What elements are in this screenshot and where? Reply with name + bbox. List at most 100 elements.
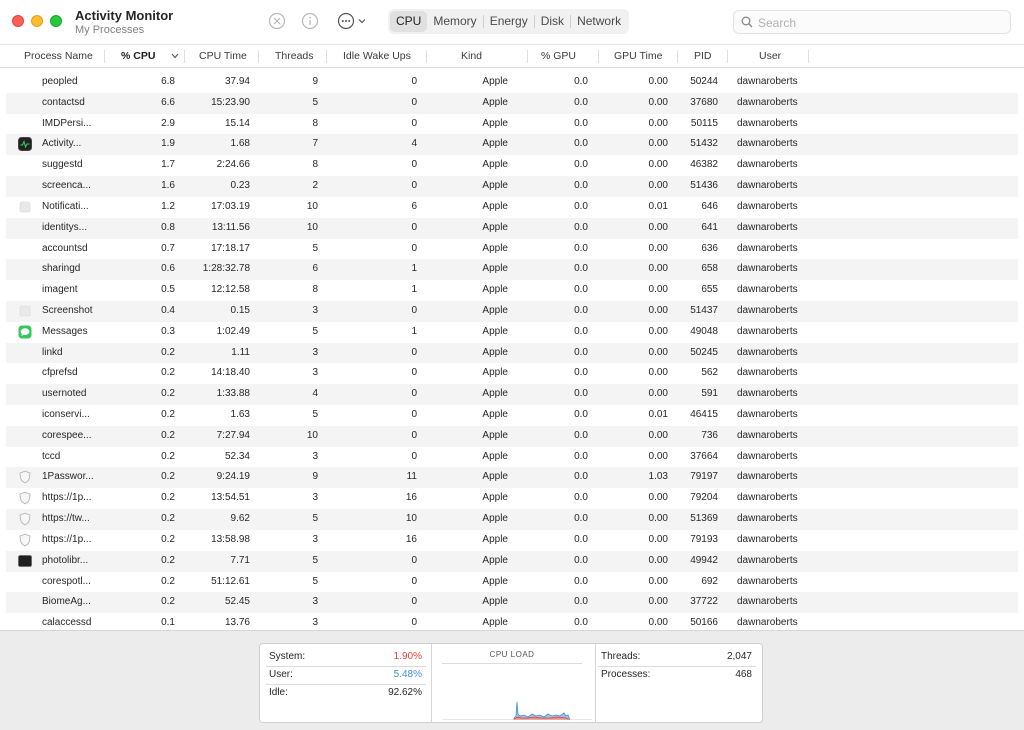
search-field[interactable]	[733, 10, 1011, 34]
cpu-cell: 1.6	[161, 180, 175, 192]
table-row[interactable]: Notificati... 1.2 17:03.19 10 6 Apple 0.0 0.01 6…	[0, 197, 1024, 218]
user-label: User:	[269, 669, 293, 680]
process-name-cell: imagent	[42, 284, 78, 296]
tab-cpu[interactable]: CPU	[390, 11, 428, 32]
table-row[interactable]: tccd 0.2 52.34 3 0 Apple 0.0 0.00 37664 dawnarobe…	[0, 447, 1024, 468]
user-cell: dawnaroberts	[737, 575, 798, 587]
process-table: peopled 6.8 37.94 9 0 Apple 0.0 0.00 50244 dawnar…	[0, 72, 1024, 630]
idle-wake-ups-cell: 0	[411, 242, 417, 254]
user-cell: dawnaroberts	[737, 429, 798, 441]
divider	[595, 644, 596, 722]
shield-icon	[18, 512, 32, 526]
search-icon	[741, 16, 753, 28]
cpu-time-cell: 51:12.61	[211, 575, 250, 587]
pid-cell: 50166	[690, 617, 718, 629]
table-row[interactable]: contactsd 6.6 15:23.90 5 0 Apple 0.0 0.00 37680 d…	[0, 92, 1024, 114]
idle-wake-ups-cell: 1	[411, 284, 417, 296]
table-row[interactable]: https://1p... 0.2 13:54.51 3 16 Apple 0.0 0.00 7…	[0, 488, 1024, 509]
close-window-button[interactable]	[12, 15, 24, 27]
column-separator	[727, 50, 728, 63]
idle-value: 92.62%	[388, 687, 422, 698]
table-row[interactable]: suggestd 1.7 2:24.66 8 0 Apple 0.0 0.00 46382 daw…	[0, 155, 1024, 176]
cpu-cell: 0.2	[161, 533, 175, 545]
gpu-time-cell: 0.00	[648, 304, 668, 316]
ellipsis-menu-icon[interactable]	[337, 12, 369, 30]
user-cell: dawnaroberts	[737, 96, 798, 108]
column-header-cpu[interactable]: % CPU	[121, 50, 155, 62]
gpu-time-cell: 0.00	[648, 325, 668, 337]
cpu-time-cell: 1:02.49	[216, 325, 250, 337]
tab-energy[interactable]: Energy	[484, 11, 534, 32]
table-row[interactable]: screenca... 1.6 0.23 2 0 Apple 0.0 0.00 51436 daw…	[0, 176, 1024, 197]
threads-label: Threads:	[601, 651, 641, 662]
column-header-cpu-time[interactable]: CPU Time	[199, 50, 247, 62]
table-row[interactable]: Screenshot 0.4 0.15 3 0 Apple 0.0 0.00 51437 dawn…	[0, 300, 1024, 322]
table-row[interactable]: usernoted 0.2 1:33.88 4 0 Apple 0.0 0.00 591 dawn…	[0, 384, 1024, 405]
zoom-window-button[interactable]	[50, 15, 62, 27]
column-header-idle-wake-ups[interactable]: Idle Wake Ups	[343, 50, 411, 62]
column-header-user[interactable]: User	[759, 50, 781, 62]
stop-process-icon[interactable]	[268, 12, 286, 30]
column-header-gpu[interactable]: % GPU	[541, 50, 576, 62]
threads-cell: 5	[312, 575, 318, 587]
table-row[interactable]: cfprefsd 0.2 14:18.40 3 0 Apple 0.0 0.00 562 dawn…	[0, 363, 1024, 384]
column-header-threads[interactable]: Threads	[275, 50, 314, 62]
user-cell: dawnaroberts	[737, 346, 798, 358]
table-row[interactable]: BiomeAg... 0.2 52.45 3 0 Apple 0.0 0.00 37722 daw…	[0, 592, 1024, 614]
table-row[interactable]: https://tw... 0.2 9.62 5 10 Apple 0.0 0.00 51369…	[0, 509, 1024, 530]
column-header-kind[interactable]: Kind	[461, 50, 482, 62]
table-row[interactable]: photolibr... 0.2 7.71 5 0 Apple 0.0 0.00 49942 da…	[0, 550, 1024, 572]
gpu-time-cell: 0.00	[648, 575, 668, 587]
cpu-cell: 0.2	[161, 575, 175, 587]
tab-memory[interactable]: Memory	[427, 11, 482, 32]
table-row[interactable]: calaccessd 0.1 13.76 3 0 Apple 0.0 0.00 50166 daw…	[0, 613, 1024, 630]
table-row[interactable]: identitys... 0.8 13:11.56 10 0 Apple 0.0 0.00 64…	[0, 217, 1024, 239]
cpu-time-cell: 0.23	[230, 180, 250, 192]
table-row[interactable]: https://1p... 0.2 13:58.98 3 16 Apple 0.0 0.00 7…	[0, 530, 1024, 551]
column-header-pid[interactable]: PID	[694, 50, 712, 62]
info-icon[interactable]	[301, 12, 319, 30]
table-row[interactable]: imagent 0.5 12:12.58 8 1 Apple 0.0 0.00 655 dawna…	[0, 280, 1024, 301]
table-row[interactable]: corespotl... 0.2 51:12.61 5 0 Apple 0.0 0.00 692…	[0, 572, 1024, 593]
table-row[interactable]: peopled 6.8 37.94 9 0 Apple 0.0 0.00 50244 dawnar…	[0, 72, 1024, 93]
table-row[interactable]: Activity... 1.9 1.68 7 4 Apple 0.0 0.00 51432 daw…	[0, 134, 1024, 156]
idle-wake-ups-cell: 1	[411, 263, 417, 275]
idle-wake-ups-cell: 0	[411, 76, 417, 87]
search-input[interactable]	[758, 14, 998, 31]
column-separator	[598, 50, 599, 63]
idle-wake-ups-cell: 16	[405, 533, 417, 545]
cpu-time-cell: 13:58.98	[211, 533, 250, 545]
gpu-time-cell: 0.00	[648, 96, 668, 108]
table-row[interactable]: accountsd 0.7 17:18.17 5 0 Apple 0.0 0.00 636 daw…	[0, 239, 1024, 260]
pid-cell: 51437	[690, 304, 718, 316]
divider	[598, 666, 756, 667]
gpu-time-cell: 0.00	[648, 596, 668, 608]
cpu-time-cell: 17:03.19	[211, 200, 250, 212]
pid-cell: 49942	[690, 554, 718, 566]
gpu-cell: 0.0	[574, 492, 588, 504]
table-row[interactable]: corespee... 0.2 7:27.94 10 0 Apple 0.0 0.00 736 d…	[0, 425, 1024, 447]
minimize-window-button[interactable]	[31, 15, 43, 27]
cpu-cell: 0.5	[161, 284, 175, 296]
table-row[interactable]: IMDPersi... 2.9 15.14 8 0 Apple 0.0 0.00 50115 da…	[0, 114, 1024, 135]
process-name-cell: 1Passwor...	[42, 471, 94, 483]
table-row[interactable]: 1Passwor... 0.2 9:24.19 9 11 Apple 0.0 1.03 7919…	[0, 467, 1024, 489]
column-header-process-name[interactable]: Process Name	[24, 50, 93, 62]
table-row[interactable]: sharingd 0.6 1:28:32.78 6 1 Apple 0.0 0.00 658 da…	[0, 259, 1024, 281]
table-row[interactable]: iconservi... 0.2 1.63 5 0 Apple 0.0 0.01 46415 da…	[0, 405, 1024, 426]
process-name-cell: Messages	[42, 325, 88, 337]
cpu-time-cell: 1.11	[231, 346, 250, 358]
cpu-time-cell: 13.76	[224, 617, 250, 629]
table-row[interactable]: Messages 0.3 1:02.49 5 1 Apple 0.0 0.00 49048 daw…	[0, 322, 1024, 343]
gpu-time-cell: 0.00	[648, 159, 668, 171]
process-name-cell: contactsd	[42, 96, 85, 108]
column-header-gpu-time[interactable]: GPU Time	[614, 50, 662, 62]
tab-disk[interactable]: Disk	[535, 11, 570, 32]
threads-cell: 3	[312, 304, 318, 316]
gpu-time-cell: 0.00	[648, 180, 668, 192]
cpu-time-cell: 15.14	[224, 117, 250, 129]
tab-network[interactable]: Network	[571, 11, 627, 32]
table-row[interactable]: linkd 0.2 1.11 3 0 Apple 0.0 0.00 50245 dawnarobe…	[0, 342, 1024, 364]
column-separator	[527, 50, 528, 63]
pid-cell: 636	[701, 242, 718, 254]
